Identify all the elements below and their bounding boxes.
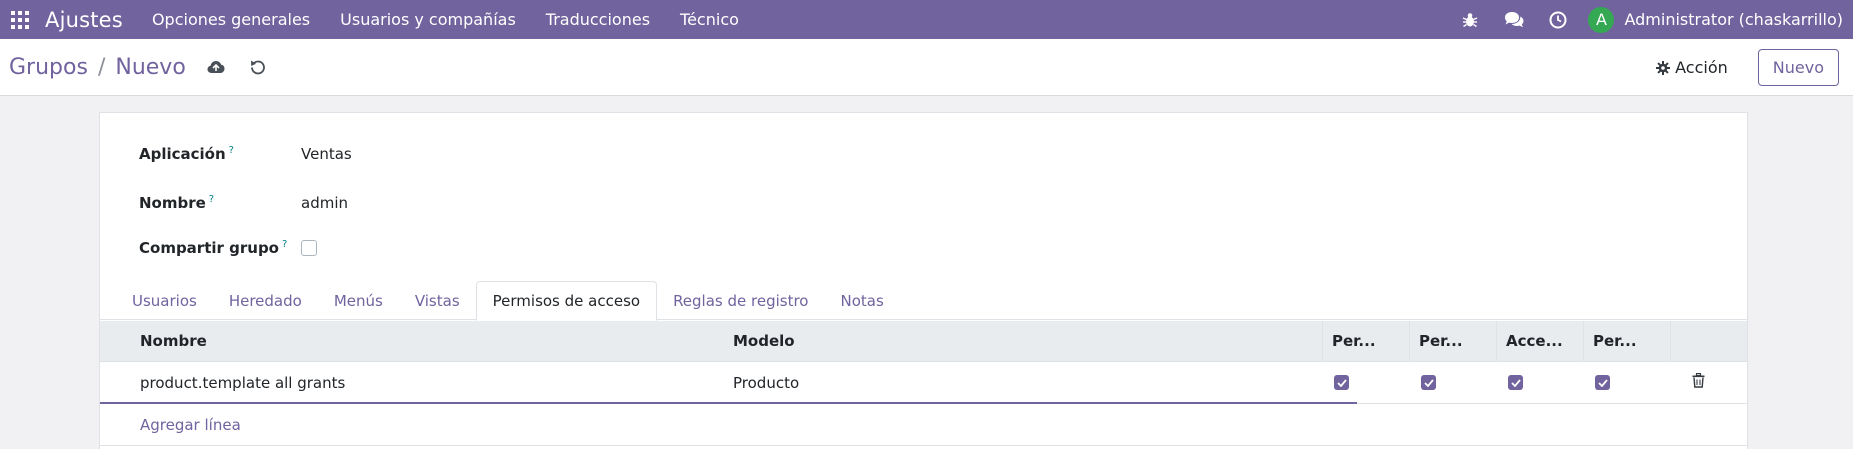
access-rights-table: Nombre Modelo Per... Per... Acce... Per.… xyxy=(100,320,1747,446)
form-sheet: Aplicación? Ventas Nombre? admin Compart… xyxy=(99,112,1748,449)
perm-create-checkbox[interactable] xyxy=(1508,375,1523,390)
perm-read-checkbox[interactable] xyxy=(1334,375,1349,390)
main-menu: Opciones generales Usuarios y compañías … xyxy=(137,0,754,39)
field-share-group: Compartir grupo? xyxy=(139,239,317,257)
clock-icon[interactable] xyxy=(1536,0,1580,39)
tab-views[interactable]: Vistas xyxy=(399,281,476,320)
chat-icon[interactable] xyxy=(1492,0,1536,39)
control-panel: Grupos / Nuevo Acción Nuevo xyxy=(0,39,1853,96)
help-tooltip-icon[interactable]: ? xyxy=(209,194,214,205)
perm-write-checkbox[interactable] xyxy=(1421,375,1436,390)
column-header-perm-create[interactable]: Acce... xyxy=(1496,320,1583,362)
cell-model[interactable]: Producto xyxy=(693,362,1322,404)
add-line-link[interactable]: Agregar línea xyxy=(100,404,1747,446)
menu-item-general-settings[interactable]: Opciones generales xyxy=(137,0,325,39)
application-field[interactable]: Ventas xyxy=(301,145,352,163)
trash-icon[interactable] xyxy=(1692,372,1705,392)
column-header-perm-read[interactable]: Per... xyxy=(1322,320,1409,362)
systray: A Administrator (chaskarrillo) xyxy=(1448,0,1853,39)
table-row[interactable]: product.template all grants Producto xyxy=(100,362,1747,404)
tab-notes[interactable]: Notas xyxy=(825,281,900,320)
help-tooltip-icon[interactable]: ? xyxy=(229,145,234,156)
tab-record-rules[interactable]: Reglas de registro xyxy=(657,281,824,320)
apps-grid-icon[interactable] xyxy=(0,0,40,39)
column-header-name[interactable]: Nombre xyxy=(100,321,693,362)
table-header: Nombre Modelo Per... Per... Acce... Per.… xyxy=(100,320,1747,362)
breadcrumb: Grupos / Nuevo xyxy=(9,55,186,80)
tab-access-rights[interactable]: Permisos de acceso xyxy=(475,281,658,321)
field-name: Nombre? admin xyxy=(139,194,348,212)
field-label-share-group: Compartir grupo? xyxy=(139,239,288,257)
notebook-tabs: Usuarios Heredado Menús Vistas Permisos … xyxy=(100,281,1747,321)
app-brand[interactable]: Ajustes xyxy=(45,8,123,32)
user-name: Administrator (chaskarrillo) xyxy=(1624,10,1843,29)
menu-item-users-companies[interactable]: Usuarios y compañías xyxy=(325,0,531,39)
row-selection-underline xyxy=(100,402,1357,404)
name-field[interactable]: admin xyxy=(301,194,348,212)
column-header-actions xyxy=(1670,320,1747,362)
menu-item-translations[interactable]: Traducciones xyxy=(531,0,665,39)
cell-name[interactable]: product.template all grants xyxy=(100,362,693,404)
tab-users[interactable]: Usuarios xyxy=(116,281,213,320)
perm-delete-checkbox[interactable] xyxy=(1595,375,1610,390)
breadcrumb-separator: / xyxy=(97,54,106,80)
discard-undo-icon[interactable] xyxy=(240,49,276,85)
top-navbar: Ajustes Opciones generales Usuarios y co… xyxy=(0,0,1853,39)
menu-item-technical[interactable]: Técnico xyxy=(665,0,754,39)
column-header-model[interactable]: Modelo xyxy=(693,321,1322,362)
column-header-perm-delete[interactable]: Per... xyxy=(1583,320,1670,362)
save-cloud-icon[interactable] xyxy=(198,49,234,85)
breadcrumb-parent[interactable]: Grupos xyxy=(9,55,88,80)
help-tooltip-icon[interactable]: ? xyxy=(282,239,287,250)
action-button[interactable]: Acción xyxy=(1656,58,1728,77)
tab-menus[interactable]: Menús xyxy=(318,281,399,320)
new-button[interactable]: Nuevo xyxy=(1757,49,1839,86)
column-header-perm-write[interactable]: Per... xyxy=(1409,320,1496,362)
field-label-name: Nombre? xyxy=(139,194,215,212)
field-label-application: Aplicación? xyxy=(139,145,234,163)
tab-inherited[interactable]: Heredado xyxy=(213,281,318,320)
field-application: Aplicación? Ventas xyxy=(139,145,352,163)
user-menu[interactable]: A Administrator (chaskarrillo) xyxy=(1580,0,1853,39)
share-group-checkbox[interactable] xyxy=(301,240,317,256)
action-label: Acción xyxy=(1675,58,1728,77)
gear-icon xyxy=(1656,60,1671,75)
avatar: A xyxy=(1588,6,1615,33)
control-panel-actions: Acción Nuevo xyxy=(1656,39,1853,96)
breadcrumb-current: Nuevo xyxy=(115,54,186,80)
bug-icon[interactable] xyxy=(1448,0,1492,39)
